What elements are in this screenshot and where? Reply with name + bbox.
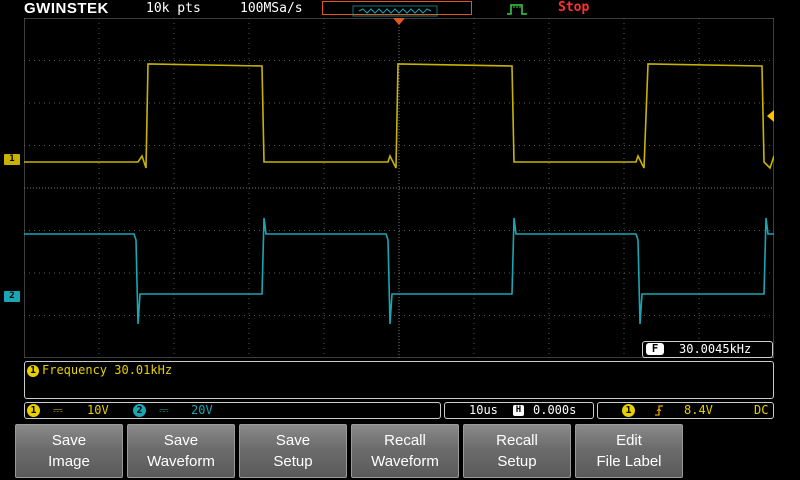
horizontal-position-value: 0.000s — [533, 403, 577, 417]
rising-edge-icon — [655, 405, 663, 416]
horizontal-position-badge: H — [513, 405, 524, 416]
recall-setup-button[interactable]: Recall Setup — [463, 424, 571, 478]
waveform-display[interactable] — [24, 18, 774, 358]
save-waveform-button[interactable]: Save Waveform — [127, 424, 235, 478]
measurement-panel: 1 Frequency 30.01kHz — [24, 361, 774, 399]
timebase-value: 10us — [469, 403, 498, 417]
save-setup-button[interactable]: Save Setup — [239, 424, 347, 478]
trigger-source-badge: 1 — [622, 404, 635, 417]
frequency-counter-value: 30.0045kHz — [679, 342, 752, 356]
softkey-menu: Save Image Save Waveform Save Setup Reca… — [0, 422, 800, 480]
trigger-level: 8.4V — [684, 403, 713, 417]
brand-logo: GWINSTEK — [24, 0, 109, 17]
ch2-status-badge: 2 — [133, 404, 146, 417]
run-stop-status: Stop — [558, 0, 590, 15]
memory-overview-bar[interactable] — [322, 1, 472, 17]
ch1-scale: 10V — [87, 403, 109, 417]
vertical-scale-status[interactable]: 1 ⎓ 10V 2 ⎓ 20V — [24, 402, 441, 419]
ch1-ground-marker[interactable]: 1 — [4, 154, 20, 165]
edit-file-label-button[interactable]: Edit File Label — [575, 424, 683, 478]
graticule — [24, 18, 774, 358]
frequency-counter-readout: F 30.0045kHz — [642, 341, 773, 358]
dc-coupling-icon: ⎓ — [53, 403, 63, 417]
recall-waveform-button[interactable]: Recall Waveform — [351, 424, 459, 478]
trigger-edge-mode-icon — [507, 4, 527, 15]
record-length: 10k pts — [146, 1, 201, 16]
frequency-counter-badge: F — [646, 343, 664, 355]
save-image-button[interactable]: Save Image — [15, 424, 123, 478]
ch2-ground-marker[interactable]: 2 — [4, 291, 20, 302]
ch1-status-badge: 1 — [27, 404, 40, 417]
horizontal-status[interactable]: 10us H 0.000s — [444, 402, 594, 419]
measurement-frequency: Frequency 30.01kHz — [42, 363, 173, 377]
top-status-bar: GWINSTEK 10k pts 100MSa/s Stop — [0, 0, 800, 18]
overview-waveform-icon — [352, 5, 438, 17]
measurement-source-badge: 1 — [27, 365, 39, 377]
trigger-coupling: DC — [754, 403, 769, 417]
dc-coupling-icon: ⎓ — [159, 403, 169, 417]
sample-rate: 100MSa/s — [240, 1, 303, 16]
ch2-scale: 20V — [191, 403, 213, 417]
trigger-status[interactable]: 1 8.4V DC — [597, 402, 774, 419]
